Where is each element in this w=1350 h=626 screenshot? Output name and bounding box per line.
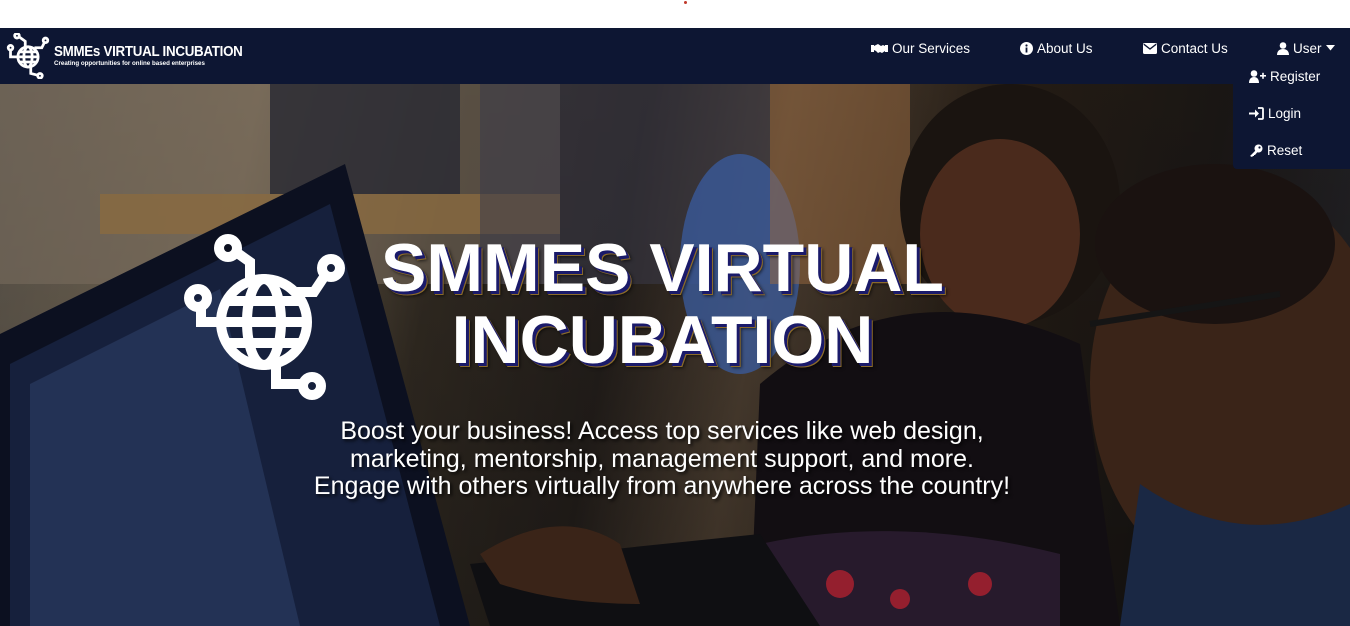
loading-dot [684, 1, 687, 4]
hero-title-line1: SMMES VIRTUAL [381, 230, 944, 306]
caret-down-icon [1325, 45, 1335, 51]
sign-in-icon [1249, 106, 1264, 120]
nav-user-label: User [1293, 40, 1322, 56]
nav-about-us-label: About Us [1037, 40, 1093, 56]
key-icon [1249, 144, 1263, 157]
menu-item-reset[interactable]: Reset [1249, 140, 1302, 160]
hero-title-line2: INCUBATION [451, 302, 874, 378]
user-plus-icon [1249, 69, 1266, 83]
menu-item-register[interactable]: Register [1249, 66, 1320, 86]
envelope-icon [1143, 42, 1157, 54]
top-strip [0, 0, 1350, 28]
brand-link[interactable]: SMMEs VIRTUAL INCUBATION Creating opport… [4, 28, 259, 84]
hero-subtitle-line2: marketing, mentorship, management suppor… [350, 444, 974, 473]
nav-contact-us[interactable]: Contact Us [1143, 28, 1228, 68]
hero-subtitle-line1: Boost your business! Access top services… [340, 417, 984, 445]
user-dropdown-menu: Register Login Reset [1233, 56, 1350, 169]
menu-item-login[interactable]: Login [1249, 103, 1301, 123]
brand-tagline: Creating opportunities for online based … [54, 60, 205, 68]
hero-banner: SMMES VIRTUAL INCUBATION Boost your busi… [0, 84, 1350, 626]
brand-title: SMMEs VIRTUAL INCUBATION [54, 43, 243, 60]
hero-subtitle: Boost your business! Access top services… [262, 417, 1062, 501]
nav-about-us[interactable]: About Us [1020, 28, 1093, 68]
nav-our-services[interactable]: Our Services [871, 28, 970, 68]
nav-contact-us-label: Contact Us [1161, 40, 1228, 56]
handshake-icon [871, 43, 888, 54]
user-icon [1277, 41, 1289, 55]
menu-item-login-label: Login [1268, 105, 1302, 121]
info-circle-icon [1020, 41, 1033, 55]
navbar: SMMEs VIRTUAL INCUBATION Creating opport… [0, 28, 1350, 84]
nav-our-services-label: Our Services [892, 40, 971, 56]
hero-title: SMMES VIRTUAL INCUBATION [300, 232, 1025, 376]
menu-item-reset-label: Reset [1267, 142, 1303, 158]
hero-subtitle-line3: Engage with others virtually from anywhe… [313, 472, 1011, 500]
menu-item-register-label: Register [1270, 68, 1321, 84]
globe-circuit-icon [6, 33, 50, 79]
